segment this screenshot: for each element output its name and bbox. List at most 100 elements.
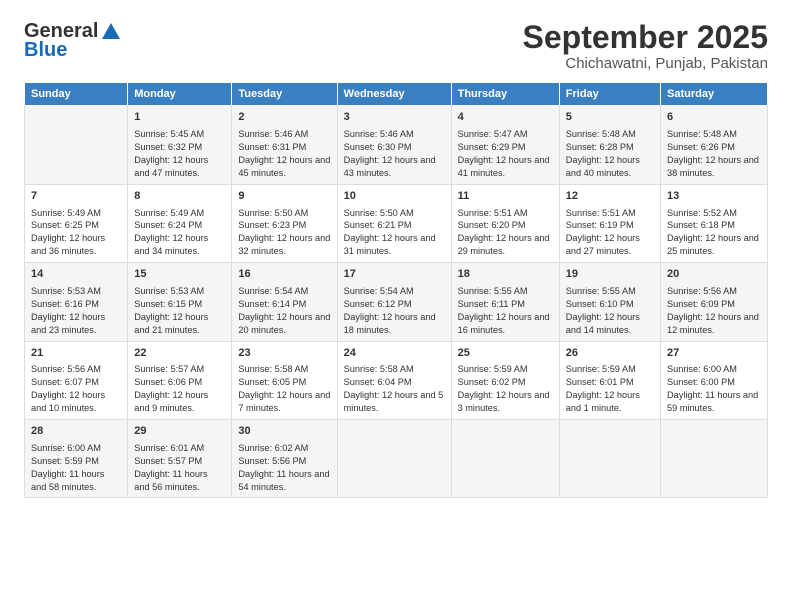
calendar-cell: 14 Sunrise: 5:53 AMSunset: 6:16 PMDayligh… bbox=[25, 263, 128, 341]
day-number: 26 bbox=[566, 346, 654, 362]
day-number: 8 bbox=[134, 189, 225, 205]
calendar-cell: 9 Sunrise: 5:50 AMSunset: 6:23 PMDaylight… bbox=[232, 184, 337, 262]
cell-info: Sunrise: 5:50 AMSunset: 6:23 PMDaylight:… bbox=[238, 207, 330, 259]
day-number: 11 bbox=[458, 189, 553, 205]
cell-info: Sunrise: 5:49 AMSunset: 6:25 PMDaylight:… bbox=[31, 207, 121, 259]
header-row: Sunday Monday Tuesday Wednesday Thursday… bbox=[25, 83, 768, 106]
cell-info: Sunrise: 6:00 AMSunset: 5:59 PMDaylight:… bbox=[31, 442, 121, 494]
calendar-cell: 22Sunrise: 5:57 AMSunset: 6:06 PMDayligh… bbox=[128, 341, 232, 419]
calendar-cell: 13 Sunrise: 5:52 AMSunset: 6:18 PMDayligh… bbox=[660, 184, 767, 262]
calendar-cell: 4Sunrise: 5:47 AMSunset: 6:29 PMDaylight… bbox=[451, 106, 559, 184]
calendar-cell: 8 Sunrise: 5:49 AMSunset: 6:24 PMDaylight… bbox=[128, 184, 232, 262]
calendar-cell: 6 Sunrise: 5:48 AMSunset: 6:26 PMDaylight… bbox=[660, 106, 767, 184]
day-number: 1 bbox=[134, 110, 225, 126]
cell-info: Sunrise: 6:00 AMSunset: 6:00 PMDaylight:… bbox=[667, 363, 761, 415]
day-number: 25 bbox=[458, 346, 553, 362]
calendar-cell: 5Sunrise: 5:48 AMSunset: 6:28 PMDaylight… bbox=[559, 106, 660, 184]
day-number: 24 bbox=[344, 346, 445, 362]
calendar-cell: 19Sunrise: 5:55 AMSunset: 6:10 PMDayligh… bbox=[559, 263, 660, 341]
cell-info: Sunrise: 5:53 AMSunset: 6:16 PMDaylight:… bbox=[31, 285, 121, 337]
cell-info: Sunrise: 5:54 AMSunset: 6:12 PMDaylight:… bbox=[344, 285, 445, 337]
col-tuesday: Tuesday bbox=[232, 83, 337, 106]
week-row-3: 14 Sunrise: 5:53 AMSunset: 6:16 PMDayligh… bbox=[25, 263, 768, 341]
cell-info: Sunrise: 5:56 AMSunset: 6:09 PMDaylight:… bbox=[667, 285, 761, 337]
calendar-cell: 21Sunrise: 5:56 AMSunset: 6:07 PMDayligh… bbox=[25, 341, 128, 419]
cell-info: Sunrise: 5:53 AMSunset: 6:15 PMDaylight:… bbox=[134, 285, 225, 337]
calendar-cell: 10Sunrise: 5:50 AMSunset: 6:21 PMDayligh… bbox=[337, 184, 451, 262]
calendar-cell: 2 Sunrise: 5:46 AMSunset: 6:31 PMDaylight… bbox=[232, 106, 337, 184]
cell-info: Sunrise: 5:51 AMSunset: 6:19 PMDaylight:… bbox=[566, 207, 654, 259]
cell-info: Sunrise: 5:48 AMSunset: 6:26 PMDaylight:… bbox=[667, 128, 761, 180]
header: General Blue September 2025 Chichawatni,… bbox=[24, 20, 768, 72]
day-number: 15 bbox=[134, 267, 225, 283]
calendar-cell: 17 Sunrise: 5:54 AMSunset: 6:12 PMDayligh… bbox=[337, 263, 451, 341]
cell-info: Sunrise: 5:46 AMSunset: 6:30 PMDaylight:… bbox=[344, 128, 445, 180]
col-saturday: Saturday bbox=[660, 83, 767, 106]
cell-info: Sunrise: 5:55 AMSunset: 6:10 PMDaylight:… bbox=[566, 285, 654, 337]
logo: General Blue bbox=[24, 20, 122, 62]
calendar-cell: 25Sunrise: 5:59 AMSunset: 6:02 PMDayligh… bbox=[451, 341, 559, 419]
calendar-cell: 28 Sunrise: 6:00 AMSunset: 5:59 PMDayligh… bbox=[25, 419, 128, 497]
week-row-2: 7 Sunrise: 5:49 AMSunset: 6:25 PMDaylight… bbox=[25, 184, 768, 262]
calendar-cell: 20 Sunrise: 5:56 AMSunset: 6:09 PMDayligh… bbox=[660, 263, 767, 341]
calendar-cell: 26Sunrise: 5:59 AMSunset: 6:01 PMDayligh… bbox=[559, 341, 660, 419]
calendar-cell: 23Sunrise: 5:58 AMSunset: 6:05 PMDayligh… bbox=[232, 341, 337, 419]
cell-info: Sunrise: 5:55 AMSunset: 6:11 PMDaylight:… bbox=[458, 285, 553, 337]
day-number: 7 bbox=[31, 189, 121, 205]
calendar-cell: 24Sunrise: 5:58 AMSunset: 6:04 PMDayligh… bbox=[337, 341, 451, 419]
col-wednesday: Wednesday bbox=[337, 83, 451, 106]
cell-info: Sunrise: 5:52 AMSunset: 6:18 PMDaylight:… bbox=[667, 207, 761, 259]
day-number: 17 bbox=[344, 267, 445, 283]
logo-icon bbox=[100, 21, 122, 43]
calendar-table: Sunday Monday Tuesday Wednesday Thursday… bbox=[24, 82, 768, 498]
day-number: 14 bbox=[31, 267, 121, 283]
calendar-cell bbox=[25, 106, 128, 184]
cell-info: Sunrise: 6:01 AMSunset: 5:57 PMDaylight:… bbox=[134, 442, 225, 494]
day-number: 21 bbox=[31, 346, 121, 362]
day-number: 18 bbox=[458, 267, 553, 283]
cell-info: Sunrise: 5:46 AMSunset: 6:31 PMDaylight:… bbox=[238, 128, 330, 180]
cell-info: Sunrise: 5:50 AMSunset: 6:21 PMDaylight:… bbox=[344, 207, 445, 259]
day-number: 3 bbox=[344, 110, 445, 126]
page: General Blue September 2025 Chichawatni,… bbox=[0, 0, 792, 612]
calendar-cell: 7 Sunrise: 5:49 AMSunset: 6:25 PMDaylight… bbox=[25, 184, 128, 262]
cell-info: Sunrise: 5:57 AMSunset: 6:06 PMDaylight:… bbox=[134, 363, 225, 415]
day-number: 22 bbox=[134, 346, 225, 362]
day-number: 30 bbox=[238, 424, 330, 440]
day-number: 6 bbox=[667, 110, 761, 126]
day-number: 9 bbox=[238, 189, 330, 205]
calendar-cell: 16Sunrise: 5:54 AMSunset: 6:14 PMDayligh… bbox=[232, 263, 337, 341]
calendar-cell bbox=[337, 419, 451, 497]
page-subtitle: Chichawatni, Punjab, Pakistan bbox=[523, 55, 768, 72]
calendar-cell: 15 Sunrise: 5:53 AMSunset: 6:15 PMDayligh… bbox=[128, 263, 232, 341]
calendar-cell: 3 Sunrise: 5:46 AMSunset: 6:30 PMDaylight… bbox=[337, 106, 451, 184]
calendar-cell: 1Sunrise: 5:45 AMSunset: 6:32 PMDaylight… bbox=[128, 106, 232, 184]
col-sunday: Sunday bbox=[25, 83, 128, 106]
day-number: 20 bbox=[667, 267, 761, 283]
calendar-cell: 27Sunrise: 6:00 AMSunset: 6:00 PMDayligh… bbox=[660, 341, 767, 419]
day-number: 2 bbox=[238, 110, 330, 126]
cell-info: Sunrise: 5:58 AMSunset: 6:05 PMDaylight:… bbox=[238, 363, 330, 415]
week-row-1: 1Sunrise: 5:45 AMSunset: 6:32 PMDaylight… bbox=[25, 106, 768, 184]
cell-info: Sunrise: 5:47 AMSunset: 6:29 PMDaylight:… bbox=[458, 128, 553, 180]
day-number: 28 bbox=[31, 424, 121, 440]
cell-info: Sunrise: 6:02 AMSunset: 5:56 PMDaylight:… bbox=[238, 442, 330, 494]
day-number: 16 bbox=[238, 267, 330, 283]
calendar-cell: 29Sunrise: 6:01 AMSunset: 5:57 PMDayligh… bbox=[128, 419, 232, 497]
page-title: September 2025 bbox=[523, 20, 768, 55]
logo-blue: Blue bbox=[24, 39, 67, 62]
calendar-cell bbox=[559, 419, 660, 497]
day-number: 5 bbox=[566, 110, 654, 126]
cell-info: Sunrise: 5:59 AMSunset: 6:02 PMDaylight:… bbox=[458, 363, 553, 415]
day-number: 27 bbox=[667, 346, 761, 362]
col-monday: Monday bbox=[128, 83, 232, 106]
calendar-cell bbox=[451, 419, 559, 497]
col-thursday: Thursday bbox=[451, 83, 559, 106]
title-block: September 2025 Chichawatni, Punjab, Paki… bbox=[523, 20, 768, 72]
cell-info: Sunrise: 5:59 AMSunset: 6:01 PMDaylight:… bbox=[566, 363, 654, 415]
week-row-4: 21Sunrise: 5:56 AMSunset: 6:07 PMDayligh… bbox=[25, 341, 768, 419]
calendar-cell: 18 Sunrise: 5:55 AMSunset: 6:11 PMDayligh… bbox=[451, 263, 559, 341]
day-number: 13 bbox=[667, 189, 761, 205]
cell-info: Sunrise: 5:49 AMSunset: 6:24 PMDaylight:… bbox=[134, 207, 225, 259]
calendar-cell bbox=[660, 419, 767, 497]
